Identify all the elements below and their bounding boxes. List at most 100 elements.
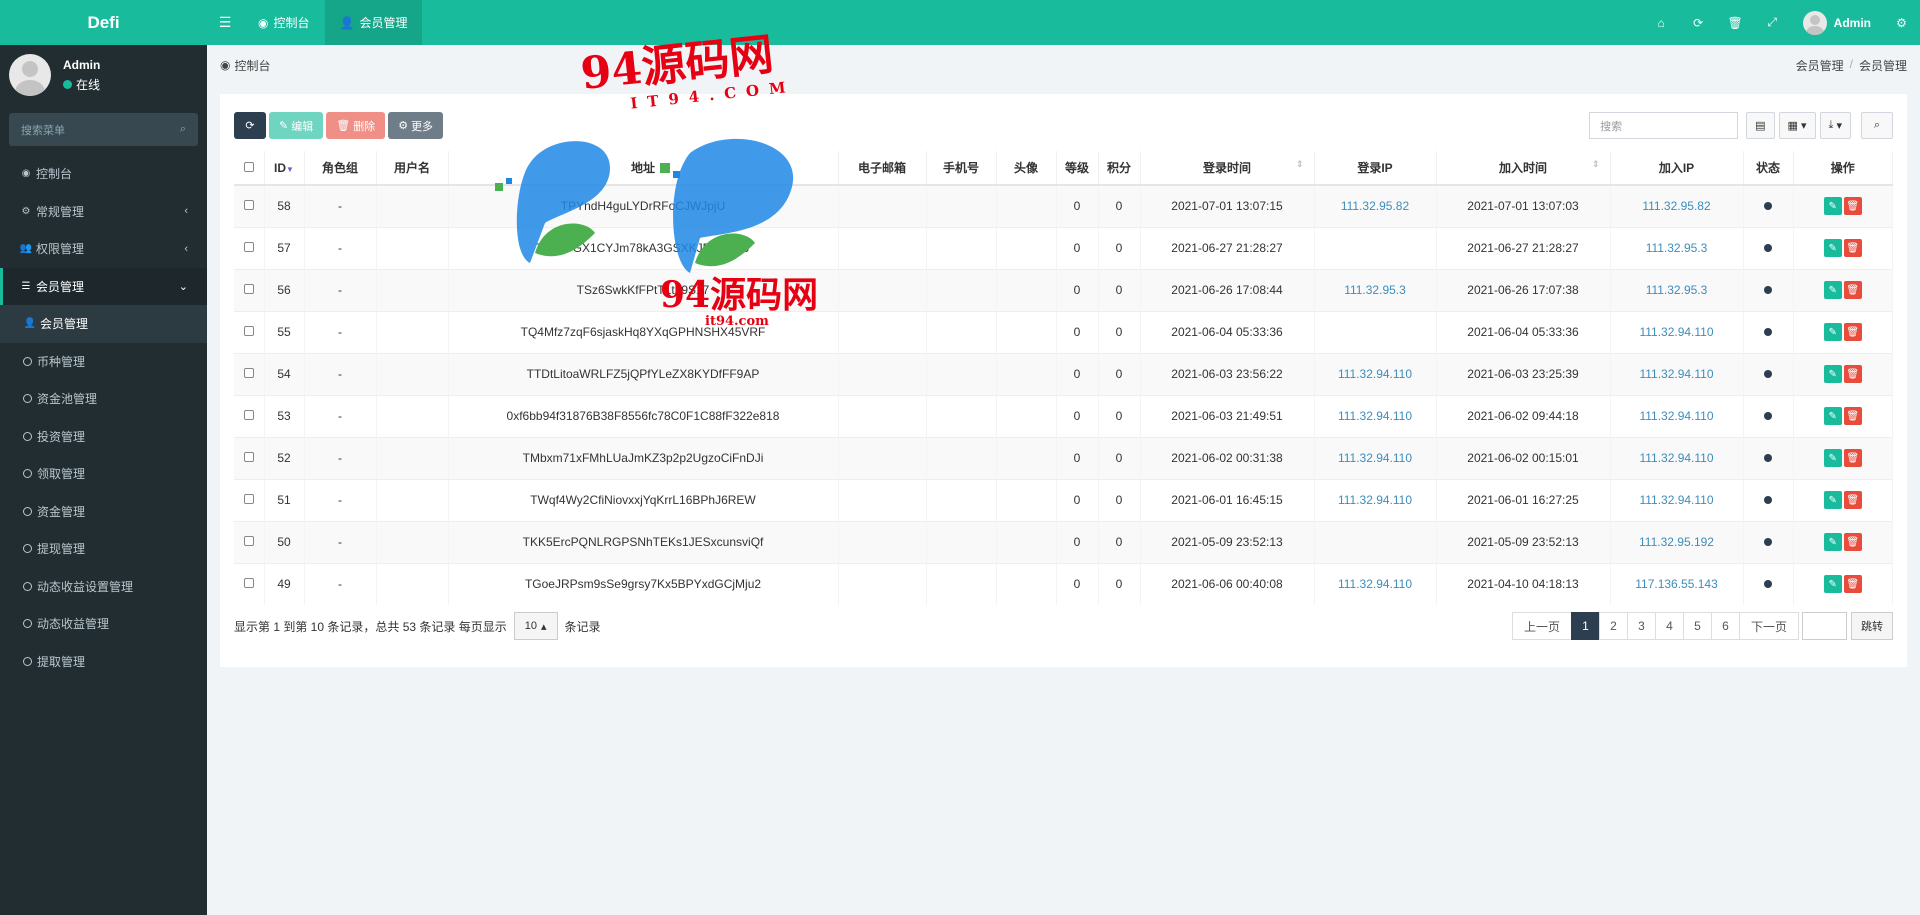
cell-join-ip[interactable]: 111.32.94.110 [1610,352,1744,395]
page-jump-input[interactable] [1802,612,1847,640]
row-delete-button[interactable]: 🗑 [1843,281,1862,299]
toggle-view-button[interactable]: ▤ [1746,112,1775,139]
user-menu[interactable]: Admin [1791,10,1883,35]
row-edit-button[interactable]: ✎ [1823,281,1842,299]
sidebar-item-pool[interactable]: 资金池管理 [0,380,207,418]
column-header[interactable]: 登录时间 ⇕ [1140,151,1315,186]
cell-login-ip[interactable] [1314,520,1437,563]
row-edit-button[interactable]: ✎ [1823,449,1842,467]
column-header[interactable]: ID▼ [264,151,305,186]
table-row[interactable]: 57- TFkhCGX1CYJm78kA3GSXKJF74fANJ 0 0 2021-0… [234,226,1893,269]
prev-page-button[interactable]: 上一页 [1511,612,1572,640]
page-button[interactable]: 1 [1570,612,1600,640]
row-delete-button[interactable]: 🗑 [1843,491,1862,509]
row-edit-button[interactable]: ✎ [1823,323,1842,341]
column-header[interactable]: 加入时间 ⇕ [1436,151,1611,186]
trash-icon[interactable]: 🗑 [1717,0,1754,45]
table-row[interactable]: 53- 0xf6bb94f31876B38F8556fc78C0F1C88fF32… [234,394,1893,437]
sidebar-item-member-group[interactable]: ☰ 会员管理 ⌄ [0,267,207,305]
sidebar-item-currency[interactable]: 币种管理 [0,343,207,381]
row-checkbox[interactable] [243,452,254,462]
page-button[interactable]: 4 [1654,612,1684,640]
cell-login-ip[interactable] [1314,310,1437,353]
refresh-button[interactable]: ⟳ [234,112,266,139]
refresh-icon[interactable]: ⟳ [1680,0,1717,45]
page-size-select[interactable]: 10 ▴ [513,612,558,640]
cell-login-ip[interactable]: 111.32.94.110 [1314,352,1437,395]
row-delete-button[interactable]: 🗑 [1843,323,1862,341]
table-row[interactable]: 56- TSz6SwkKfFPtT1tL9S17 0 0 2021-06-26 17:0… [234,268,1893,311]
row-checkbox[interactable] [243,578,254,589]
row-delete-button[interactable]: 🗑 [1843,239,1862,257]
cell-join-ip[interactable]: 111.32.95.3 [1610,226,1744,269]
next-page-button[interactable]: 下一页 [1738,612,1799,640]
cell-join-ip[interactable]: 111.32.95.3 [1610,268,1744,311]
edit-button[interactable]: ✎ 编辑 [269,112,324,139]
row-edit-button[interactable]: ✎ [1823,491,1842,509]
page-jump-button[interactable]: 跳转 [1851,612,1893,640]
cell-join-ip[interactable]: 111.32.94.110 [1610,436,1744,479]
row-checkbox[interactable] [243,410,254,420]
sidebar-item-claim[interactable]: 领取管理 [0,455,207,493]
row-checkbox[interactable] [243,536,254,546]
row-edit-button[interactable]: ✎ [1823,575,1842,594]
row-checkbox[interactable] [243,326,254,336]
sidebar-item-invest[interactable]: 投资管理 [0,418,207,456]
table-row[interactable]: 58- TPYndH4guLYDrRFoCJWJpjU 0 0 2021-07-01 1… [234,184,1893,227]
cell-login-ip[interactable]: 111.32.95.82 [1314,184,1437,227]
search-icon[interactable]: ⌕ [180,123,186,136]
page-button[interactable]: 2 [1598,612,1628,640]
table-row[interactable]: 52- TMbxm71xFMhLUaJmKZ3p2p2UgzoCiFnDJi 0 0 2… [234,436,1893,479]
sidebar-item-general[interactable]: ⚙ 常规管理 ‹ [0,193,207,231]
cell-join-ip[interactable]: 111.32.94.110 [1610,394,1744,437]
breadcrumb-item[interactable]: 会员管理 [1796,57,1844,74]
row-checkbox[interactable] [243,368,254,378]
page-button[interactable]: 3 [1626,612,1656,640]
row-delete-button[interactable]: 🗑 [1843,365,1862,383]
row-checkbox[interactable] [243,242,254,252]
sidebar-search-input[interactable]: 搜索菜单 ⌕ [9,113,198,146]
sidebar-item-dynamic-settings[interactable]: 动态收益设置管理 [0,568,207,606]
row-checkbox[interactable] [243,284,254,294]
table-row[interactable]: 55- TQ4Mfz7zqF6sjaskHq8YXqGPHNSHX45VRF 0 0 2… [234,310,1893,353]
sidebar-toggle-icon[interactable]: ☰ [207,0,243,45]
sidebar-item-withdraw[interactable]: 提现管理 [0,530,207,568]
cell-login-ip[interactable]: 111.32.94.110 [1314,478,1437,521]
sidebar-item-dynamic-income[interactable]: 动态收益管理 [0,605,207,643]
columns-button[interactable]: ▦ ▾ [1778,112,1816,139]
page-button[interactable]: 5 [1682,612,1712,640]
fullscreen-icon[interactable]: ⤢ [1754,0,1791,45]
row-edit-button[interactable]: ✎ [1823,239,1842,257]
row-checkbox[interactable] [243,494,254,504]
app-logo[interactable]: Defi [0,0,207,45]
tab-member-management[interactable]: 👤 会员管理 [324,0,423,45]
row-delete-button[interactable]: 🗑 [1843,407,1862,425]
row-delete-button[interactable]: 🗑 [1843,533,1862,551]
cell-login-ip[interactable]: 111.32.94.110 [1314,436,1437,479]
cell-login-ip[interactable]: 111.32.94.110 [1314,394,1437,437]
table-row[interactable]: 50- TKK5ErcPQNLRGPSNhTEKs1JESxcunsviQf 0 0 2… [234,520,1893,563]
cell-join-ip[interactable]: 111.32.94.110 [1610,478,1744,521]
tab-dashboard[interactable]: ◉ 控制台 [243,0,325,45]
page-button[interactable]: 6 [1710,612,1740,640]
row-delete-button[interactable]: 🗑 [1843,449,1862,467]
cell-join-ip[interactable]: 111.32.95.82 [1610,184,1744,227]
sidebar-item-extract[interactable]: 提取管理 [0,643,207,681]
table-row[interactable]: 54- TTDtLitoaWRLFZ5jQPfYLeZX8KYDfFF9AP 0 0 2… [234,352,1893,395]
sidebar-item-member[interactable]: 👤 会员管理 [0,305,207,343]
row-edit-button[interactable]: ✎ [1823,533,1842,551]
row-edit-button[interactable]: ✎ [1823,407,1842,425]
row-checkbox[interactable] [243,200,254,211]
sidebar-item-funds[interactable]: 资金管理 [0,493,207,531]
cell-login-ip[interactable]: 111.32.95.3 [1314,268,1437,311]
table-row[interactable]: 49- TGoeJRPsm9sSe9grsy7Kx5BPYxdGCjMju2 0 0 2… [234,562,1893,605]
row-edit-button[interactable]: ✎ [1823,365,1842,383]
more-button[interactable]: ⚙ 更多 [388,112,444,139]
table-row[interactable]: 51- TWqf4Wy2CfiNiovxxjYqKrrL16BPhJ6REW 0 0 2… [234,478,1893,521]
delete-button[interactable]: 🗑 删除 [326,112,386,139]
row-edit-button[interactable]: ✎ [1823,197,1842,216]
select-all-checkbox[interactable] [243,161,254,172]
export-button[interactable]: ⤓ ▾ [1819,112,1851,139]
cell-login-ip[interactable]: 111.32.94.110 [1314,562,1437,605]
home-icon[interactable]: ⌂ [1643,0,1680,45]
